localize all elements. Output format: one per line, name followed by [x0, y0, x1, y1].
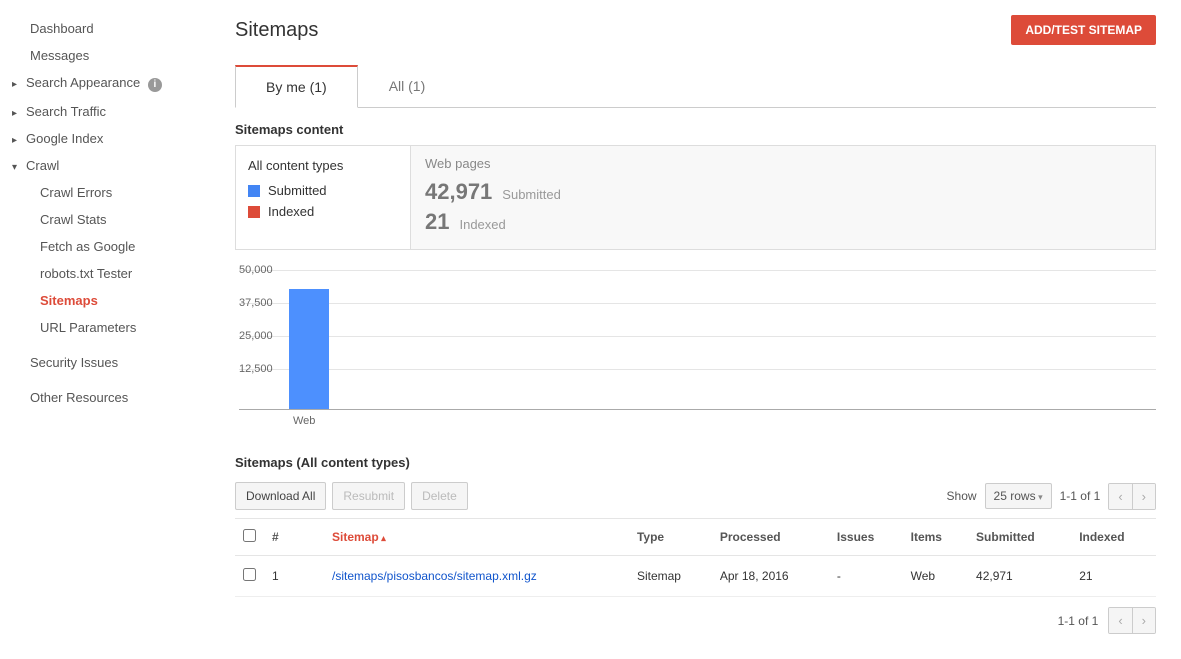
stat-value: 42,971 [425, 179, 492, 205]
pager-next-button-bottom[interactable]: › [1132, 608, 1155, 633]
sitemaps-content-title: Sitemaps content [235, 122, 1156, 137]
legend-label: Submitted [268, 183, 327, 198]
cell-indexed: 21 [1071, 556, 1156, 597]
sidebar-item-robots-tester[interactable]: robots.txt Tester [0, 260, 210, 287]
download-all-button[interactable]: Download All [235, 482, 326, 510]
cell-submitted: 42,971 [968, 556, 1071, 597]
chart-tick: 50,000 [239, 264, 273, 276]
content-types-panel[interactable]: All content types Submitted Indexed [236, 146, 411, 249]
sidebar-item-crawl-stats[interactable]: Crawl Stats [0, 206, 210, 233]
cell-items: Web [903, 556, 968, 597]
col-issues[interactable]: Issues [829, 519, 903, 556]
row-checkbox[interactable] [243, 568, 256, 581]
col-indexed[interactable]: Indexed [1071, 519, 1156, 556]
table-footer: 1-1 of 1 ‹ › [235, 597, 1156, 644]
select-all-checkbox[interactable] [243, 529, 256, 542]
sidebar: Dashboard Messages Search Appearance i S… [0, 0, 210, 659]
page-title: Sitemaps [235, 19, 318, 42]
legend-color-submitted [248, 185, 260, 197]
sidebar-item-dashboard[interactable]: Dashboard [0, 15, 210, 42]
col-items[interactable]: Items [903, 519, 968, 556]
col-sitemap[interactable]: Sitemap [324, 519, 629, 556]
content-panel: All content types Submitted Indexed Web … [235, 145, 1156, 250]
chart-x-label: Web [293, 415, 1156, 427]
table-row: 1 /sitemaps/pisosbancos/sitemap.xml.gz S… [235, 556, 1156, 597]
stat-submitted: 42,971 Submitted [425, 179, 1141, 205]
cell-sitemap-link[interactable]: /sitemaps/pisosbancos/sitemap.xml.gz [324, 556, 629, 597]
tab-by-me[interactable]: By me (1) [235, 65, 358, 108]
tab-all[interactable]: All (1) [358, 65, 457, 108]
sitemaps-table: # Sitemap Type Processed Issues Items Su… [235, 518, 1156, 597]
col-type[interactable]: Type [629, 519, 712, 556]
info-icon: i [148, 78, 162, 92]
cell-issues: - [829, 556, 903, 597]
rows-selector[interactable]: 25 rows [985, 483, 1052, 509]
chart-tick: 12,500 [239, 363, 273, 375]
sidebar-item-fetch-as-google[interactable]: Fetch as Google [0, 233, 210, 260]
web-pages-panel[interactable]: Web pages 42,971 Submitted 21 Indexed [411, 146, 1155, 249]
sidebar-item-search-traffic[interactable]: Search Traffic [0, 98, 210, 125]
sidebar-item-sitemaps[interactable]: Sitemaps [0, 287, 210, 314]
sidebar-item-google-index[interactable]: Google Index [0, 125, 210, 152]
stat-label: Indexed [459, 217, 505, 232]
sidebar-item-crawl-errors[interactable]: Crawl Errors [0, 179, 210, 206]
col-submitted[interactable]: Submitted [968, 519, 1071, 556]
tabs: By me (1) All (1) [235, 65, 1156, 108]
chart-bar-web-submitted [289, 289, 329, 409]
sidebar-item-crawl[interactable]: Crawl [0, 152, 210, 179]
pager-text: 1-1 of 1 [1060, 489, 1101, 503]
col-num[interactable]: # [264, 519, 324, 556]
cell-processed: Apr 18, 2016 [712, 556, 829, 597]
legend-indexed: Indexed [248, 204, 398, 219]
stat-indexed: 21 Indexed [425, 209, 1141, 235]
web-pages-label: Web pages [425, 156, 1141, 171]
sidebar-item-label: Search Appearance [26, 75, 140, 90]
table-title: Sitemaps (All content types) [235, 455, 1156, 470]
show-label: Show [947, 489, 977, 503]
col-processed[interactable]: Processed [712, 519, 829, 556]
chart-tick: 25,000 [239, 330, 273, 342]
legend-label: Indexed [268, 204, 314, 219]
main-content: Sitemaps ADD/TEST SITEMAP By me (1) All … [210, 0, 1181, 659]
add-test-sitemap-button[interactable]: ADD/TEST SITEMAP [1011, 15, 1156, 45]
stat-value: 21 [425, 209, 449, 235]
chart-tick: 37,500 [239, 297, 273, 309]
resubmit-button[interactable]: Resubmit [332, 482, 405, 510]
sidebar-item-url-parameters[interactable]: URL Parameters [0, 314, 210, 341]
sidebar-item-other-resources[interactable]: Other Resources [0, 384, 210, 411]
table-toolbar: Download All Resubmit Delete Show 25 row… [235, 482, 1156, 510]
cell-num: 1 [264, 556, 324, 597]
chart: 50,000 37,500 25,000 12,500 Web [235, 270, 1156, 427]
pager-next-button[interactable]: › [1132, 484, 1155, 509]
stat-label: Submitted [502, 187, 561, 202]
cell-type: Sitemap [629, 556, 712, 597]
legend-color-indexed [248, 206, 260, 218]
delete-button[interactable]: Delete [411, 482, 468, 510]
sidebar-item-security-issues[interactable]: Security Issues [0, 349, 210, 376]
legend-submitted: Submitted [248, 183, 398, 198]
pager-nav: ‹ › [1108, 483, 1156, 510]
pager-prev-button[interactable]: ‹ [1109, 484, 1131, 509]
sidebar-item-search-appearance[interactable]: Search Appearance i [0, 69, 210, 98]
pager-text-bottom: 1-1 of 1 [1058, 614, 1099, 628]
all-content-types-label: All content types [248, 158, 398, 173]
sidebar-item-messages[interactable]: Messages [0, 42, 210, 69]
pager-prev-button-bottom[interactable]: ‹ [1109, 608, 1131, 633]
